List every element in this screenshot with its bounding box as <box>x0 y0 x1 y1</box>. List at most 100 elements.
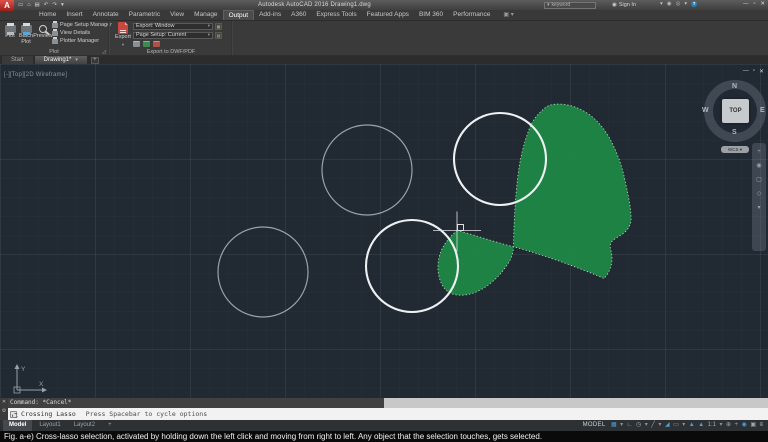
ribbon-tab-a360[interactable]: A360 <box>286 10 311 20</box>
viewport-label[interactable]: [-][Top][2D Wireframe] <box>4 72 67 78</box>
plot-link-view-details[interactable]: View Details <box>52 30 112 36</box>
ribbon-tab-bim-360[interactable]: BIM 360 <box>414 10 448 20</box>
preview-button[interactable]: Preview <box>35 22 51 40</box>
navbar-tool-icon[interactable]: ▾ <box>757 205 760 211</box>
status-toggle-icon[interactable]: ▾ <box>720 420 723 430</box>
app-menu-button[interactable]: A <box>0 0 14 11</box>
navbar-tool-icon[interactable]: ◇ <box>757 191 762 197</box>
layout-tab-model[interactable]: Model <box>3 420 32 431</box>
new-drawing-tab-button[interactable]: + <box>91 57 99 64</box>
status-toggle-icon[interactable]: ≡ <box>759 420 763 430</box>
status-toggle-icon[interactable]: ◷ <box>636 420 641 430</box>
file-tab-drawing1[interactable]: Drawing1*▾ <box>35 56 87 64</box>
titlebar-icon[interactable]: ◉ <box>667 1 672 7</box>
ribbon-tab-insert[interactable]: Insert <box>61 10 87 20</box>
qat-icon[interactable]: ▾ <box>61 1 64 9</box>
plot-button[interactable]: Plot <box>3 22 17 40</box>
ribbon-overflow-icon[interactable]: ▣ ▾ <box>503 10 513 20</box>
ribbon-tab-annotate[interactable]: Annotate <box>88 10 124 20</box>
ribbon-tab-featured-apps[interactable]: Featured Apps <box>362 10 414 20</box>
viewport-close-icon[interactable]: ✕ <box>759 68 764 75</box>
search-input[interactable]: ▾ keyword <box>544 2 596 9</box>
status-toggle-icon[interactable]: ▭ <box>673 420 679 430</box>
batch-plot-button[interactable]: Batch Plot <box>18 22 34 45</box>
ribbon-tab-performance[interactable]: Performance <box>448 10 495 20</box>
ribbon-tab-output[interactable]: Output <box>223 10 255 20</box>
command-input-line[interactable]: Crossing Lasso Press Spacebar to cycle o… <box>0 408 768 420</box>
drawing-circle-1[interactable] <box>322 125 412 215</box>
export-button[interactable]: Export ▾ <box>115 22 131 47</box>
ribbon-tab-view[interactable]: View <box>165 10 189 20</box>
viewport-restore-icon[interactable]: ▫ <box>753 68 755 75</box>
layout-tab-layout1[interactable]: Layout1 <box>33 420 66 431</box>
status-toggle-icon[interactable]: ▲ <box>698 420 704 430</box>
status-toggle-icon[interactable]: ▾ <box>658 420 661 430</box>
qat-icon[interactable]: ⌂ <box>27 1 30 9</box>
status-toggle-icon[interactable]: ◢ <box>665 420 670 430</box>
navbar-tool-icon[interactable]: ◉ <box>756 163 761 169</box>
status-toggle-icon[interactable]: ▾ <box>682 420 685 430</box>
sign-in-button[interactable]: ◉ Sign In <box>612 2 636 8</box>
batch-printer-icon <box>21 25 32 33</box>
layout-tab-add[interactable]: + <box>102 420 118 431</box>
navbar-tool-icon[interactable]: ▢ <box>756 177 762 183</box>
export-panel-title[interactable]: Export to DWF/PDF <box>111 49 231 55</box>
layout-tab-layout2[interactable]: Layout2 <box>68 420 101 431</box>
command-close-icon[interactable]: ✕ <box>2 399 6 405</box>
plot-panel-title[interactable]: Plot <box>0 49 108 55</box>
export-side-button-2[interactable]: ▤ <box>215 32 222 40</box>
ribbon-tab-parametric[interactable]: Parametric <box>124 10 165 20</box>
titlebar-icon[interactable]: ▾ <box>660 1 663 7</box>
export-format-icon[interactable] <box>133 41 140 47</box>
viewcube-east[interactable]: E <box>760 107 765 114</box>
viewcube-north[interactable]: N <box>732 83 737 90</box>
status-toggle-icon[interactable]: 1:1 <box>708 420 716 430</box>
export-format-icon[interactable] <box>153 41 160 47</box>
qat-icon[interactable]: ▭ <box>18 1 23 9</box>
qat-icon[interactable]: ↶ <box>44 1 49 9</box>
drawing-canvas[interactable]: YX [-][Top][2D Wireframe] — ▫ ✕ N W E S … <box>0 64 768 398</box>
help-icon[interactable]: ? <box>691 1 697 7</box>
viewport-minimize-icon[interactable]: — <box>743 68 749 75</box>
cluster-icons[interactable]: ▾◉◎▾ <box>660 1 687 7</box>
status-toggle-icon[interactable]: ▾ <box>645 420 648 430</box>
viewcube-top-face[interactable]: TOP <box>722 99 749 123</box>
export-format-icon[interactable] <box>143 41 150 47</box>
navbar-tool-icon[interactable]: + <box>757 149 761 155</box>
minimize-button[interactable]: — <box>743 1 749 7</box>
titlebar-icon[interactable]: ▾ <box>684 1 687 7</box>
ribbon-tab-home[interactable]: Home <box>34 10 61 20</box>
page-setup-dropdown[interactable]: Page Setup: Current ▾ <box>133 32 213 40</box>
ribbon-tab-manage[interactable]: Manage <box>189 10 223 20</box>
status-toggle-icon[interactable]: ⊕ <box>726 420 731 430</box>
close-button[interactable]: ✕ <box>760 1 765 7</box>
qat-icon[interactable]: ▤ <box>35 1 40 9</box>
viewcube-south[interactable]: S <box>732 129 737 136</box>
file-tab-start[interactable]: Start <box>2 56 33 64</box>
drawing-circle-3[interactable] <box>218 227 308 317</box>
status-toggle-icon[interactable]: ∟ <box>627 420 633 430</box>
viewcube-wcs-button[interactable]: WCS ▾ <box>721 146 749 153</box>
ribbon-tab-express-tools[interactable]: Express Tools <box>311 10 361 20</box>
search-caret-icon[interactable]: ▾ <box>547 3 550 8</box>
status-toggle-icon[interactable]: ◉ <box>742 420 747 430</box>
panel-expander-icon[interactable]: ◿ <box>102 49 106 55</box>
restore-button[interactable]: ▫ <box>753 1 755 7</box>
plot-link-page-setup-manager[interactable]: Page Setup Manager <box>52 22 112 28</box>
status-toggle-icon[interactable]: ╱ <box>651 420 655 430</box>
qat-icon[interactable]: ↷ <box>52 1 57 9</box>
plot-link-plotter-manager[interactable]: Plotter Manager <box>52 38 112 44</box>
export-type-dropdown[interactable]: Export: Window ▾ <box>133 23 213 31</box>
ribbon-tab-add-ins[interactable]: Add-ins <box>254 10 286 20</box>
status-toggle-icon[interactable]: ▣ <box>750 420 756 430</box>
status-toggle-icon[interactable]: ▾ <box>620 420 623 430</box>
status-toggle-icon[interactable]: ▲ <box>689 420 695 430</box>
titlebar-icon[interactable]: ◎ <box>676 1 681 7</box>
export-side-button-1[interactable]: ▦ <box>215 23 222 31</box>
command-customize-icon[interactable]: ⚙ <box>2 408 6 414</box>
model-space-label[interactable]: MODEL <box>583 420 606 430</box>
status-toggle-icon[interactable]: ▦ <box>611 420 617 430</box>
viewcube-west[interactable]: W <box>702 107 709 114</box>
navigation-bar[interactable]: + ◉ ▢ ◇ ▾ <box>752 143 766 251</box>
status-toggle-icon[interactable]: + <box>735 420 739 430</box>
